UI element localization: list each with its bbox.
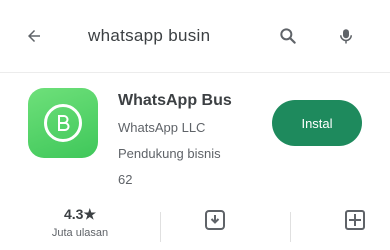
rating-label: Juta ulasan (51, 227, 109, 239)
divider (290, 212, 291, 242)
app-developer[interactable]: WhatsApp LLC (118, 120, 268, 135)
rating-value: 4.3★ (63, 206, 96, 222)
search-query[interactable]: whatsapp busin (88, 26, 268, 46)
back-button[interactable] (18, 20, 50, 52)
search-icon (280, 28, 296, 44)
divider (160, 212, 161, 242)
download-size-icon (205, 210, 225, 230)
voice-search-button[interactable] (330, 20, 362, 52)
app-size: 62 (118, 172, 133, 187)
app-icon[interactable] (28, 88, 98, 158)
size-stat (190, 206, 240, 250)
install-button[interactable]: Instal (272, 100, 362, 146)
back-arrow-icon (28, 30, 40, 42)
content-rating-stat (330, 206, 380, 250)
app-category: Pendukung bisnis (118, 146, 221, 161)
mic-icon (340, 29, 352, 44)
business-b-icon (58, 115, 70, 131)
search-header: whatsapp busin (0, 0, 390, 73)
app-title[interactable]: WhatsApp Bus (118, 92, 268, 110)
content-rating-icon (345, 210, 365, 230)
search-button[interactable] (272, 20, 304, 52)
rating-stat[interactable]: 4.3★ Juta ulasan (40, 206, 120, 250)
whatsapp-business-icon (44, 104, 82, 142)
